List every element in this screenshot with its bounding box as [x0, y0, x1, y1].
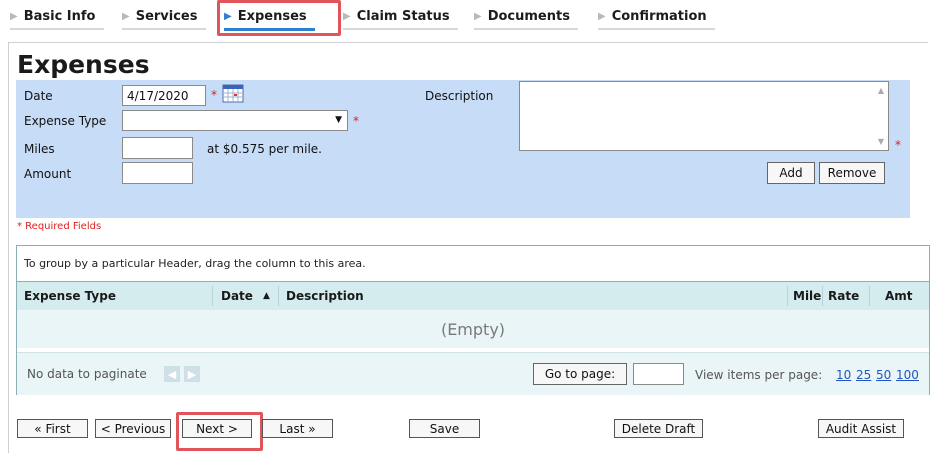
page-size-50-link[interactable]: 50 — [876, 368, 891, 382]
tab-services[interactable]: ▶ Services — [122, 4, 206, 30]
column-header-date-label: Date — [221, 289, 253, 303]
delete-draft-button[interactable]: Delete Draft — [614, 419, 703, 438]
tab-label: Confirmation — [611, 8, 707, 24]
tab-bar: ▶ Basic Info ▶ Services ▶ Expenses ▶ Cla… — [0, 0, 937, 34]
miles-rate-text: at $0.575 per mile. — [207, 142, 322, 156]
save-button[interactable]: Save — [409, 419, 480, 438]
grid-empty-row: (Empty) — [17, 310, 929, 348]
sort-ascending-icon: ▲ — [262, 291, 270, 301]
scroll-up-icon[interactable]: ▲ — [878, 86, 884, 95]
dropdown-arrow-icon: ▼ — [335, 115, 342, 125]
column-header-mile[interactable]: Mile — [793, 282, 821, 310]
description-textarea[interactable]: ▲ ▼ — [519, 81, 889, 151]
page-size-10-link[interactable]: 10 — [836, 368, 851, 382]
column-divider — [278, 286, 279, 306]
tab-label: Basic Info — [23, 8, 96, 24]
page-size-100-link[interactable]: 100 — [896, 368, 919, 382]
amount-label: Amount — [24, 167, 72, 181]
column-header-date[interactable]: Date ▲ — [221, 282, 270, 310]
expense-type-label: Expense Type — [24, 114, 107, 128]
last-button[interactable]: Last » — [262, 419, 333, 438]
page-title: Expenses — [17, 50, 150, 79]
column-divider — [822, 286, 823, 306]
miles-label: Miles — [24, 142, 55, 156]
column-header-amt[interactable]: Amt — [885, 282, 913, 310]
no-data-text: No data to paginate — [27, 367, 147, 381]
group-hint-text: To group by a particular Header, drag th… — [24, 257, 366, 270]
tab-documents[interactable]: ▶ Documents — [474, 4, 578, 30]
add-button[interactable]: Add — [767, 162, 815, 184]
tab-confirmation[interactable]: ▶ Confirmation — [598, 4, 715, 30]
date-label: Date — [24, 89, 53, 103]
tab-claim-status[interactable]: ▶ Claim Status — [343, 4, 458, 30]
required-marker: * — [211, 88, 217, 102]
items-per-page-label: View items per page: — [695, 368, 823, 382]
tab-label: Claim Status — [356, 8, 450, 24]
chevron-right-icon: ▶ — [474, 10, 482, 22]
column-divider — [787, 286, 788, 306]
required-marker: * — [895, 138, 901, 152]
miles-input[interactable] — [122, 137, 193, 159]
grid-header-row: Expense Type Date ▲ Description Mile Rat… — [17, 281, 929, 311]
expenses-tab-highlight — [217, 0, 341, 36]
audit-assist-button[interactable]: Audit Assist — [818, 419, 904, 438]
next-button-highlight — [176, 412, 263, 451]
tab-label: Services — [135, 8, 198, 24]
chevron-right-icon: ▶ — [122, 10, 130, 22]
first-button[interactable]: « First — [17, 419, 88, 438]
go-to-page-input[interactable] — [633, 363, 684, 385]
required-marker: * — [353, 114, 359, 128]
tab-label: Documents — [487, 8, 570, 24]
scroll-down-icon[interactable]: ▼ — [878, 137, 884, 146]
remove-button[interactable]: Remove — [819, 162, 885, 184]
pager-prev-icon[interactable]: ◀ — [164, 366, 180, 382]
column-divider — [212, 286, 213, 306]
group-by-area[interactable]: To group by a particular Header, drag th… — [17, 246, 929, 280]
page-size-25-link[interactable]: 25 — [856, 368, 871, 382]
chevron-right-icon: ▶ — [10, 10, 18, 22]
chevron-right-icon: ▶ — [598, 10, 606, 22]
previous-button[interactable]: < Previous — [95, 419, 171, 438]
calendar-icon[interactable] — [222, 83, 244, 103]
amount-input[interactable] — [122, 162, 193, 184]
go-to-page-button[interactable]: Go to page: — [533, 363, 627, 385]
required-fields-note: * Required Fields — [17, 221, 102, 232]
column-header-rate[interactable]: Rate — [828, 282, 859, 310]
tab-basic-info[interactable]: ▶ Basic Info — [10, 4, 104, 30]
column-header-description[interactable]: Description — [286, 282, 364, 310]
description-label: Description — [425, 89, 494, 103]
expense-type-select[interactable]: ▼ — [122, 110, 348, 131]
column-header-expense-type[interactable]: Expense Type — [24, 282, 116, 310]
pager-next-icon[interactable]: ▶ — [184, 366, 200, 382]
date-input[interactable] — [122, 85, 206, 106]
chevron-right-icon: ▶ — [343, 10, 351, 22]
column-divider — [869, 286, 870, 306]
